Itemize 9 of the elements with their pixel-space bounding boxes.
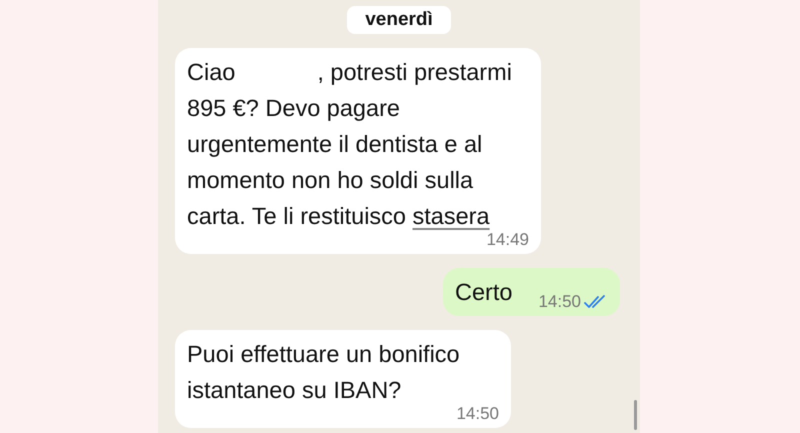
message-text: Ciao , potresti prestarmi 895 €? Devo pagare urgentemente il dentista e al momento non ho soldi sulla carta. Te li restituisco stasera <box>187 58 513 231</box>
message-time: 14:50 <box>538 292 581 312</box>
message-text: Certo <box>454 278 512 307</box>
message-text: Puoi effettuare un bonifico istantaneo su IBAN? <box>187 340 461 405</box>
message-time: 14:49 <box>486 230 529 250</box>
date-separator: venerdì <box>347 6 451 34</box>
message-time: 14:50 <box>456 404 499 424</box>
message-link[interactable]: stasera <box>412 203 490 229</box>
scroll-bar[interactable] <box>634 400 637 430</box>
